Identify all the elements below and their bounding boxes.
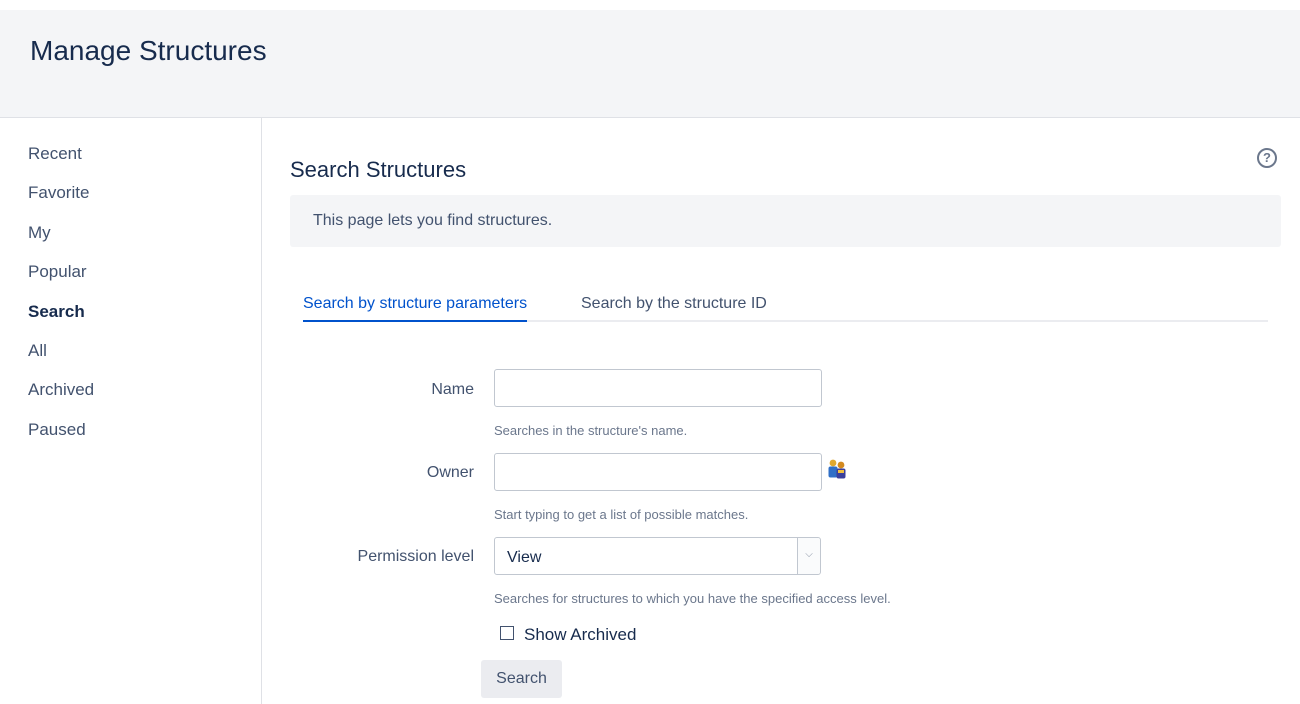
page-header: Manage Structures <box>0 10 1300 118</box>
section-title: Search Structures <box>290 157 467 182</box>
sidebar-item-recent[interactable]: Recent <box>28 144 94 183</box>
show-archived-checkbox[interactable] <box>500 626 514 640</box>
question-circle-icon[interactable]: ? <box>1257 148 1277 168</box>
page-title: Manage Structures <box>30 35 267 66</box>
sidebar-item-search[interactable]: Search <box>28 302 94 341</box>
sidebar-item-paused[interactable]: Paused <box>28 420 94 459</box>
sidebar-item-archived[interactable]: Archived <box>28 380 94 419</box>
search-button[interactable]: Search <box>481 660 562 698</box>
tab-structure-id[interactable]: Search by the structure ID <box>581 294 767 320</box>
sidebar-item-all[interactable]: All <box>28 341 94 380</box>
chevron-down-icon: ⌵ <box>797 538 820 574</box>
owner-label: Owner <box>426 464 474 481</box>
name-input[interactable] <box>494 369 822 407</box>
sidebar-item-popular[interactable]: Popular <box>28 262 94 301</box>
sidebar-item-my[interactable]: My <box>28 223 94 262</box>
sidebar-item-favorite[interactable]: Favorite <box>28 183 94 222</box>
user-picker-icon[interactable] <box>826 458 848 480</box>
search-tabs: Search by structure parameters Search by… <box>303 286 1268 322</box>
show-archived-label[interactable]: Show Archived <box>524 625 636 645</box>
sidebar: Recent Favorite My Popular Search All Ar… <box>0 118 262 704</box>
sidebar-nav: Recent Favorite My Popular Search All Ar… <box>28 144 94 459</box>
info-message: This page lets you find structures. <box>290 195 1281 247</box>
permission-hint: Searches for structures to which you hav… <box>494 591 891 606</box>
owner-hint: Start typing to get a list of possible m… <box>494 507 749 522</box>
owner-input[interactable] <box>494 453 822 491</box>
permission-select[interactable]: View ⌵ <box>494 537 821 575</box>
name-hint: Searches in the structure's name. <box>494 423 688 438</box>
name-label: Name <box>431 381 474 398</box>
permission-selected-value: View <box>507 549 542 566</box>
permission-label: Permission level <box>357 548 474 565</box>
main-content: Search Structures ? This page lets you f… <box>263 118 1300 704</box>
tab-structure-parameters[interactable]: Search by structure parameters <box>303 294 528 322</box>
